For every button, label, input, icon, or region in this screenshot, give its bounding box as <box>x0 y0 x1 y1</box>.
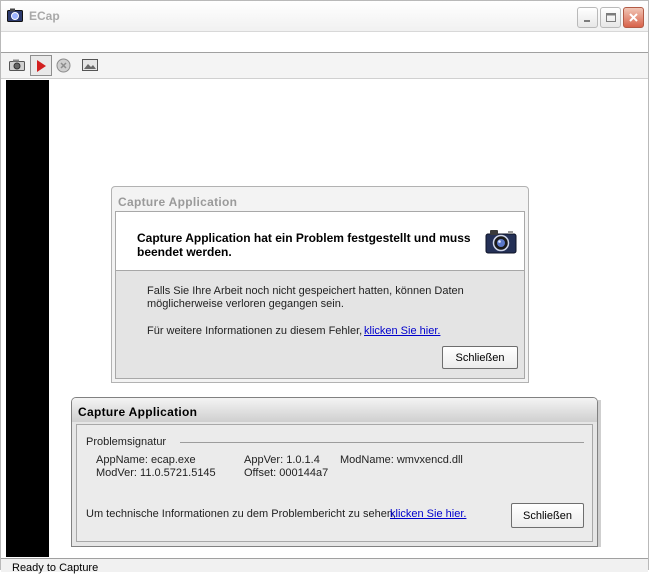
error-message: Falls Sie Ihre Arbeit noch nicht gespeic… <box>147 285 464 310</box>
dialog-body: Capture Application hat ein Problem fest… <box>115 211 525 379</box>
close-button[interactable]: Schließen <box>511 503 584 528</box>
stop-icon <box>56 58 71 73</box>
maximize-button[interactable] <box>600 7 621 28</box>
close-button[interactable]: Schließen <box>442 346 518 369</box>
camera-icon <box>9 59 25 71</box>
dialog-body: Problemsignatur AppName: ecap.exe AppVer… <box>76 424 593 542</box>
more-info-link[interactable]: klicken Sie hier. <box>364 325 440 337</box>
error-dialog-active[interactable]: Capture Application Problemsignatur AppN… <box>71 397 598 547</box>
more-info-text: Für weitere Informationen zu diesem Fehl… <box>147 325 363 337</box>
technical-info-link[interactable]: klicken Sie hier. <box>390 508 466 520</box>
stop-capture-button[interactable] <box>53 55 75 76</box>
error-dialog-inactive[interactable]: Capture Application Capture Application … <box>111 186 529 383</box>
signature-appname: AppName: ecap.exe <box>96 454 196 466</box>
title-bar[interactable]: ECap <box>1 1 648 32</box>
minimize-button[interactable] <box>577 7 598 28</box>
toolbar <box>1 53 648 79</box>
window-title: ECap <box>29 9 60 23</box>
dialog-header: Capture Application hat ein Problem fest… <box>116 212 524 271</box>
status-text: Ready to Capture <box>12 562 99 574</box>
play-icon <box>37 60 46 72</box>
dialog-shadow <box>598 400 601 547</box>
signature-modver: ModVer: 11.0.5721.5145 <box>96 467 216 479</box>
close-window-button[interactable] <box>623 7 644 28</box>
maximize-icon <box>606 13 616 22</box>
signature-offset: Offset: 000144a7 <box>244 467 329 479</box>
signature-appver: AppVer: 1.0.1.4 <box>244 454 320 466</box>
video-preview <box>6 80 49 557</box>
picture-icon <box>82 59 98 71</box>
technical-info-text: Um technische Informationen zu dem Probl… <box>86 508 396 520</box>
close-icon <box>629 13 638 22</box>
menu-bar <box>1 32 648 53</box>
image-button[interactable] <box>79 55 101 76</box>
group-divider <box>180 442 584 443</box>
signature-modname: ModName: wmvxencd.dll <box>340 454 463 466</box>
dialog-title: Capture Application <box>118 195 238 209</box>
start-capture-button[interactable] <box>30 55 52 76</box>
camera-icon <box>485 228 517 257</box>
problem-signature-label: Problemsignatur <box>86 436 167 448</box>
dialog-title-bar[interactable]: Capture Application <box>72 398 597 422</box>
error-heading: Capture Application hat ein Problem fest… <box>137 231 471 259</box>
dialog-title: Capture Application <box>78 405 198 419</box>
snapshot-button[interactable] <box>6 55 28 76</box>
minimize-icon <box>584 20 590 22</box>
camera-app-icon <box>7 8 23 22</box>
